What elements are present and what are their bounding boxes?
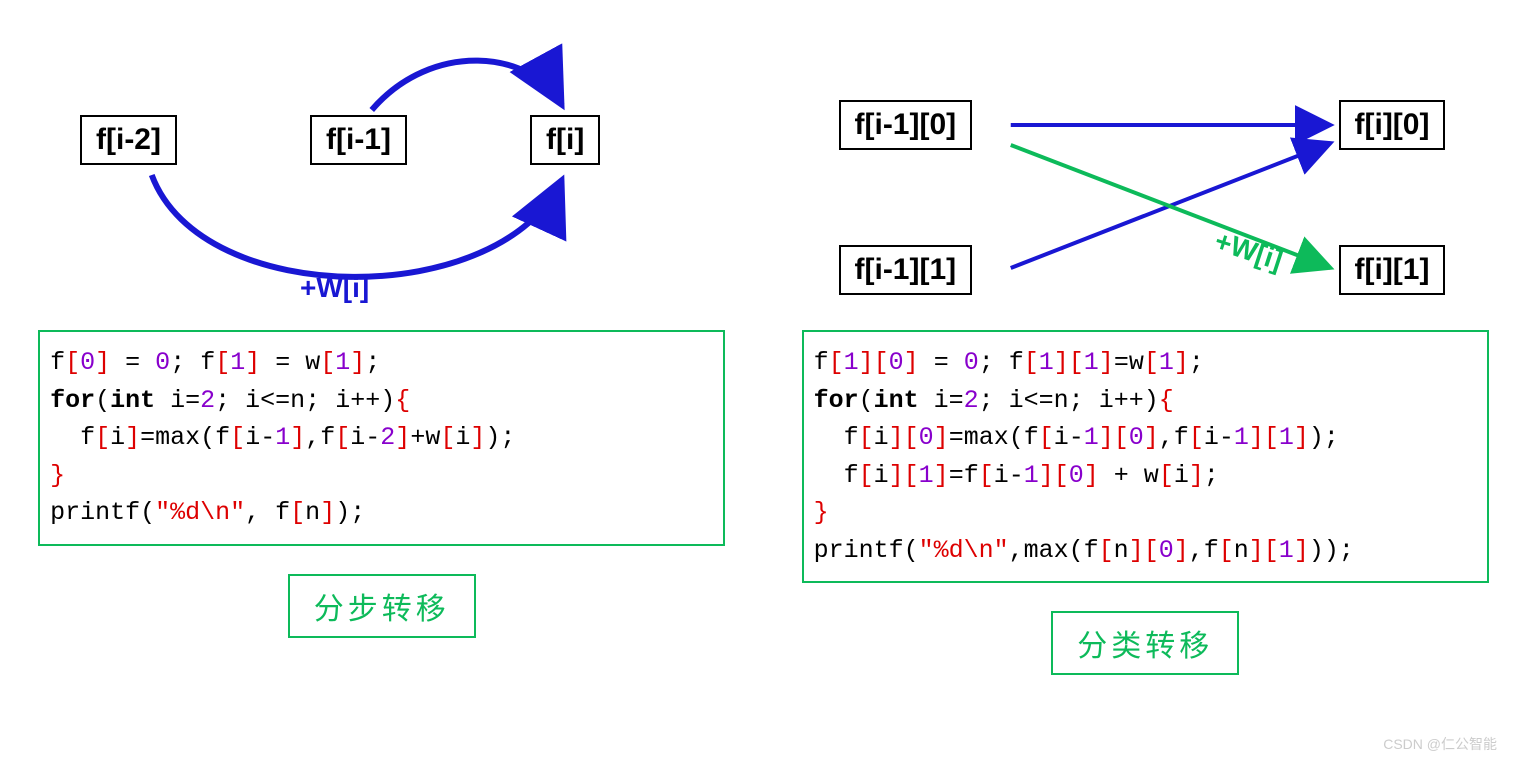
right-edge-label: +W[i] [1210, 225, 1286, 277]
node-r-b: f[i-1][1] [839, 245, 973, 295]
right-diagram: f[i-1][0] f[i-1][1] f[i][0] f[i][1] +W[i… [784, 20, 1508, 320]
left-label: 分步转移 [288, 574, 476, 638]
left-column: f[i-2] f[i-1] f[i] +W[i] f[0] = 0; f[1] … [20, 20, 744, 675]
edge-b-to-c [372, 61, 562, 110]
edge-a-to-c [152, 175, 562, 277]
node-r-a: f[i-1][0] [839, 100, 973, 150]
node-r-c: f[i][0] [1339, 100, 1446, 150]
node-f-i-1: f[i-1] [310, 115, 407, 165]
node-r-d: f[i][1] [1339, 245, 1446, 295]
left-code-box: f[0] = 0; f[1] = w[1]; for(int i=2; i<=n… [38, 330, 725, 546]
node-f-i: f[i] [530, 115, 600, 165]
right-label: 分类转移 [1051, 611, 1239, 675]
watermark: CSDN @仁公智能 [1383, 734, 1497, 754]
node-f-i-2: f[i-2] [80, 115, 177, 165]
right-column: f[i-1][0] f[i-1][1] f[i][0] f[i][1] +W[i… [784, 20, 1508, 675]
left-diagram: f[i-2] f[i-1] f[i] +W[i] [20, 20, 744, 320]
right-code-box: f[1][0] = 0; f[1][1]=w[1]; for(int i=2; … [802, 330, 1489, 583]
left-edge-label: +W[i] [300, 272, 369, 304]
left-edges-svg [20, 20, 744, 320]
main-container: f[i-2] f[i-1] f[i] +W[i] f[0] = 0; f[1] … [20, 20, 1507, 675]
